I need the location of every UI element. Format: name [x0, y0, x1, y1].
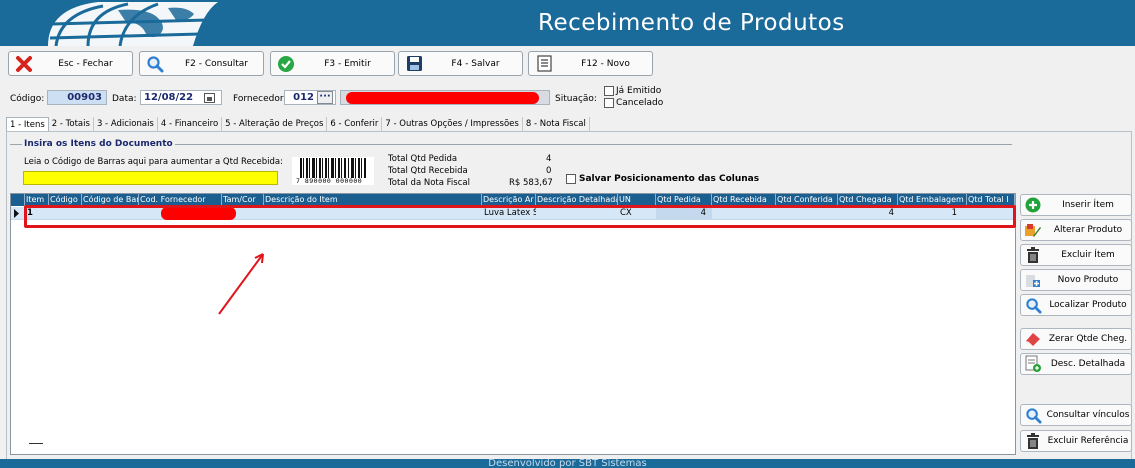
row-indicator-header: [11, 194, 25, 206]
check-icon: [271, 52, 301, 75]
edit-product-icon: [1021, 220, 1045, 240]
close-button[interactable]: Esc - Fechar: [8, 51, 133, 76]
calendar-icon[interactable]: [204, 92, 215, 103]
consult-links-button[interactable]: Consultar vínculos: [1020, 404, 1132, 426]
barcode-icon: 7 890000 000000: [292, 157, 374, 185]
new-button-label: F12 - Novo: [581, 58, 630, 69]
save-columns-checkbox[interactable]: [566, 174, 576, 184]
title-bar: Recebimento de Produtos: [0, 0, 1135, 46]
emit-button-label: F3 - Emitir: [324, 58, 371, 69]
barcode-input[interactable]: [23, 171, 278, 185]
ja-emitido-option[interactable]: Já Emitido: [604, 86, 661, 96]
locate-product-label: Localizar Produto: [1049, 300, 1127, 310]
redacted-supplier-name: [346, 92, 539, 104]
tab-alteracao-precos[interactable]: 5 - Alteração de Preços: [222, 117, 328, 131]
close-button-label: Esc - Fechar: [58, 58, 113, 69]
barcode-prompt: Leia o Código de Barras aqui para aument…: [24, 157, 283, 167]
footer-credit: Desenvolvido por SBT Sistemas: [488, 459, 647, 468]
row-indicator-icon: [11, 207, 25, 219]
status-footer: Desenvolvido por SBT Sistemas: [0, 459, 1135, 468]
detailed-desc-label: Desc. Detalhada: [1050, 359, 1126, 369]
cancelado-checkbox[interactable]: [604, 98, 614, 108]
document-icon: [529, 52, 559, 75]
annotation-highlight-box: [24, 205, 1016, 228]
search-icon: [140, 52, 170, 75]
tab-outras-opcoes[interactable]: 7 - Outras Opções / Impressões: [382, 117, 523, 131]
insert-item-button[interactable]: Inserir Ítem: [1020, 194, 1132, 216]
save-button[interactable]: F4 - Salvar: [398, 51, 523, 76]
delete-item-label: Excluir Ítem: [1061, 250, 1115, 260]
locate-product-button[interactable]: Localizar Produto: [1020, 294, 1132, 316]
barcode-digits: 7 890000 000000: [296, 177, 363, 185]
add-icon: [1021, 195, 1045, 215]
save-columns-option[interactable]: Salvar Posicionamento das Colunas: [566, 174, 759, 184]
new-button[interactable]: F12 - Novo: [528, 51, 653, 76]
tab-totais[interactable]: 2 - Totais: [49, 117, 94, 131]
total-qtd-pedida-value: 4: [546, 154, 552, 164]
alter-product-label: Alterar Produto: [1053, 225, 1123, 235]
tab-conferir[interactable]: 6 - Conferir: [327, 117, 383, 131]
delete-item-button[interactable]: Excluir Ítem: [1020, 244, 1132, 266]
save-button-label: F4 - Salvar: [451, 58, 500, 69]
grid-footer-dash: [29, 443, 43, 444]
data-label: Data:: [112, 94, 137, 104]
total-nota-fiscal-label: Total da Nota Fiscal: [388, 178, 470, 188]
annotation-arrow-icon: [218, 253, 264, 315]
fornecedor-name-field[interactable]: [340, 90, 550, 105]
delete-reference-button[interactable]: Excluir Referência: [1020, 430, 1132, 452]
reset-qty-button[interactable]: Zerar Qtde Cheg.: [1020, 328, 1132, 350]
codigo-label: Código:: [10, 94, 45, 104]
detailed-desc-button[interactable]: Desc. Detalhada: [1020, 353, 1132, 375]
trash-icon: [1021, 245, 1045, 265]
trash-icon: [1021, 431, 1045, 451]
eraser-icon: [1021, 329, 1045, 349]
window-title: Recebimento de Produtos: [538, 10, 845, 36]
app-window: Recebimento de Produtos Esc - Fechar F2 …: [0, 0, 1135, 468]
consult-button-label: F2 - Consultar: [184, 58, 248, 69]
alter-product-button[interactable]: Alterar Produto: [1020, 219, 1132, 241]
ja-emitido-checkbox[interactable]: [604, 86, 614, 96]
ellipsis-button[interactable]: ···: [317, 91, 333, 104]
total-qtd-pedida-label: Total Qtd Pedida: [388, 154, 458, 164]
new-product-button[interactable]: Novo Produto: [1020, 269, 1132, 291]
consult-links-label: Consultar vínculos: [1046, 410, 1130, 420]
total-qtd-recebida-label: Total Qtd Recebida: [388, 166, 468, 176]
close-icon: [9, 52, 39, 75]
fornecedor-label: Fornecedor:: [233, 94, 287, 104]
consult-button[interactable]: F2 - Consultar: [139, 51, 264, 76]
tab-nota-fiscal[interactable]: 8 - Nota Fiscal: [523, 117, 590, 131]
group-title: Insira os Itens do Documento: [22, 139, 175, 149]
situacao-label: Situação:: [555, 94, 597, 104]
date-field[interactable]: 12/08/22: [140, 90, 222, 105]
new-product-icon: [1021, 270, 1045, 290]
total-nota-fiscal-value: R$ 583,67: [509, 178, 553, 188]
codigo-field[interactable]: 00903: [47, 90, 107, 105]
cancelado-option[interactable]: Cancelado: [604, 98, 663, 108]
save-icon: [399, 52, 429, 75]
document-add-icon: [1021, 354, 1045, 374]
reset-qty-label: Zerar Qtde Cheg.: [1048, 334, 1128, 344]
emit-button[interactable]: F3 - Emitir: [270, 51, 395, 76]
tab-adicionais[interactable]: 3 - Adicionais: [94, 117, 158, 131]
delete-reference-label: Excluir Referência: [1047, 436, 1129, 446]
tab-financeiro[interactable]: 4 - Financeiro: [158, 117, 223, 131]
total-qtd-recebida-value: 0: [546, 166, 552, 176]
insert-item-label: Inserir Ítem: [1062, 200, 1114, 210]
tab-strip: 1 - Itens 2 - Totais 3 - Adicionais 4 - …: [6, 117, 590, 131]
new-product-label: Novo Produto: [1057, 275, 1119, 285]
tab-itens[interactable]: 1 - Itens: [6, 117, 49, 131]
search-icon: [1021, 295, 1045, 315]
items-grid[interactable]: Item Código Código de Barras Cod. Fornec…: [10, 193, 1016, 455]
search-icon: [1021, 405, 1045, 425]
fornecedor-code-field[interactable]: 012 ···: [284, 90, 336, 105]
